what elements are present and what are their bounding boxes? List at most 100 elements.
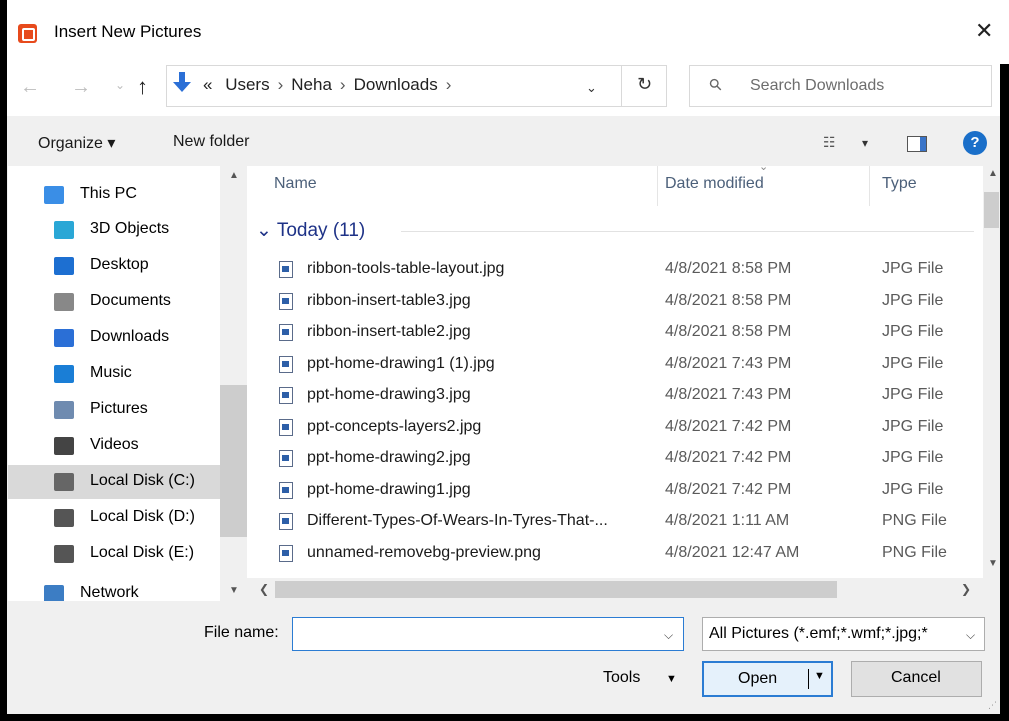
tools-button[interactable]: Tools bbox=[603, 669, 640, 687]
open-options-dropdown-icon[interactable]: ▼ bbox=[814, 670, 825, 682]
help-icon[interactable]: ? bbox=[963, 131, 987, 155]
breadcrumb-separator[interactable]: › bbox=[446, 75, 452, 94]
file-name: unnamed-removebg-preview.png bbox=[307, 543, 541, 561]
breadcrumb-separator[interactable]: › bbox=[340, 75, 346, 94]
forward-arrow-icon[interactable]: → bbox=[71, 76, 91, 99]
file-row[interactable]: ppt-home-drawing2.jpg 4/8/2021 7:42 PM JPG… bbox=[0, 443, 1009, 475]
scroll-right-icon[interactable]: ❯ bbox=[961, 582, 971, 596]
image-file-icon bbox=[279, 481, 293, 499]
recent-locations-icon[interactable]: ⌄ bbox=[115, 78, 125, 92]
column-header-name[interactable]: Name bbox=[274, 175, 317, 193]
up-arrow-icon[interactable]: ↑ bbox=[137, 74, 148, 100]
file-name: ribbon-insert-table2.jpg bbox=[307, 323, 471, 340]
breadcrumb-overflow[interactable]: « bbox=[203, 75, 212, 94]
collapse-group-icon[interactable]: ⌄ bbox=[256, 220, 272, 241]
column-divider[interactable] bbox=[657, 166, 658, 206]
file-row[interactable]: ribbon-insert-table2.jpg 4/8/2021 8:58 PM… bbox=[0, 317, 1009, 349]
file-type: JPG File bbox=[882, 449, 944, 466]
file-name: ppt-home-drawing3.jpg bbox=[307, 386, 471, 403]
scroll-down-icon[interactable]: ▼ bbox=[229, 585, 239, 596]
scrollbar-thumb[interactable] bbox=[275, 581, 837, 598]
command-bar bbox=[7, 116, 1000, 166]
group-header-today[interactable]: ⌄ Today (11) bbox=[256, 219, 365, 242]
downloads-folder-icon bbox=[173, 72, 191, 92]
file-date-modified: 4/8/2021 7:43 PM bbox=[665, 354, 792, 372]
file-name: ppt-home-drawing2.jpg bbox=[307, 449, 471, 466]
file-type-value: All Pictures (*.emf;*.wmf;*.jpg;* bbox=[709, 625, 928, 642]
scroll-left-icon[interactable]: ❮ bbox=[259, 582, 269, 596]
view-options-dropdown-icon[interactable]: ▾ bbox=[862, 136, 868, 150]
file-row[interactable]: ribbon-tools-table-layout.jpg 4/8/2021 8:… bbox=[0, 254, 1009, 286]
image-file-icon bbox=[279, 513, 293, 530]
scrollbar-thumb[interactable] bbox=[984, 192, 999, 228]
breadcrumb-downloads[interactable]: Downloads bbox=[354, 75, 438, 94]
file-type-dropdown-icon[interactable]: ⌵ bbox=[962, 628, 976, 643]
scroll-up-icon[interactable]: ▲ bbox=[229, 170, 239, 181]
file-row[interactable]: ppt-concepts-layers2.jpg 4/8/2021 7:42 PM… bbox=[0, 412, 1009, 444]
sidebar-item-label: This PC bbox=[80, 185, 137, 202]
sidebar-item[interactable]: 3D Objects bbox=[8, 213, 221, 247]
sort-indicator-icon: ⌄ bbox=[759, 161, 769, 173]
file-name-input[interactable] bbox=[292, 617, 684, 651]
dialog-title: Insert New Pictures bbox=[54, 22, 202, 41]
image-file-icon bbox=[279, 355, 293, 373]
breadcrumb-neha[interactable]: Neha bbox=[291, 75, 332, 94]
file-name: Different-Types-Of-Wears-In-Tyres-That-.… bbox=[307, 512, 608, 529]
file-type: JPG File bbox=[882, 260, 944, 277]
column-divider[interactable] bbox=[869, 166, 870, 206]
image-file-icon bbox=[279, 544, 293, 562]
file-date-modified: 4/8/2021 8:58 PM bbox=[665, 260, 792, 277]
file-date-modified: 4/8/2021 7:42 PM bbox=[665, 480, 792, 498]
resize-grip-icon[interactable]: ⋰ bbox=[988, 700, 997, 711]
file-type: PNG File bbox=[882, 543, 947, 561]
sidebar-item[interactable]: Network bbox=[8, 577, 221, 601]
image-file-icon bbox=[279, 261, 293, 278]
file-row[interactable]: ppt-home-drawing1 (1).jpg 4/8/2021 7:43 P… bbox=[0, 349, 1009, 381]
search-input[interactable]: ⚲ Search Downloads bbox=[689, 65, 992, 107]
tools-dropdown-icon[interactable]: ▼ bbox=[666, 673, 677, 685]
file-list-horizontal-scrollbar[interactable] bbox=[247, 578, 983, 601]
network-icon bbox=[44, 585, 64, 601]
app-icon bbox=[18, 24, 37, 43]
new-folder-button[interactable]: New folder bbox=[173, 133, 249, 151]
split-divider bbox=[808, 669, 809, 689]
file-name: ppt-home-drawing1 (1).jpg bbox=[307, 354, 495, 372]
address-dropdown-icon[interactable]: ⌄ bbox=[586, 80, 597, 96]
refresh-button[interactable]: ↻ bbox=[621, 65, 667, 107]
cancel-button[interactable]: Cancel bbox=[851, 661, 982, 697]
image-file-icon bbox=[279, 292, 293, 310]
scroll-down-icon[interactable]: ▼ bbox=[988, 558, 998, 569]
preview-pane-icon[interactable] bbox=[907, 136, 927, 152]
sidebar-item[interactable]: This PC bbox=[8, 178, 221, 212]
file-type-select[interactable]: All Pictures (*.emf;*.wmf;*.jpg;* bbox=[702, 617, 985, 651]
file-row[interactable]: unnamed-removebg-preview.png 4/8/2021 12:… bbox=[0, 538, 1009, 570]
breadcrumb-separator[interactable]: › bbox=[278, 75, 284, 94]
close-icon[interactable]: ✕ bbox=[975, 18, 993, 44]
back-arrow-icon[interactable]: ← bbox=[20, 76, 40, 99]
file-row[interactable]: Different-Types-Of-Wears-In-Tyres-That-.… bbox=[0, 506, 1009, 538]
sidebar-item-label: 3D Objects bbox=[90, 220, 170, 237]
search-placeholder: Search Downloads bbox=[750, 77, 885, 94]
column-header-date-modified[interactable]: Date modified bbox=[665, 175, 764, 193]
file-name-dropdown-icon[interactable]: ⌵ bbox=[664, 628, 673, 643]
breadcrumb-users[interactable]: Users bbox=[225, 75, 269, 94]
file-date-modified: 4/8/2021 1:11 AM bbox=[665, 512, 790, 529]
3d-objects-icon bbox=[54, 221, 74, 239]
file-row[interactable]: ppt-home-drawing1.jpg 4/8/2021 7:42 PM JPG… bbox=[0, 475, 1009, 507]
image-file-icon bbox=[279, 418, 293, 436]
file-row[interactable]: ribbon-insert-table3.jpg 4/8/2021 8:58 PM… bbox=[0, 286, 1009, 318]
scroll-up-icon[interactable]: ▲ bbox=[988, 168, 998, 179]
file-type: JPG File bbox=[882, 323, 944, 340]
file-date-modified: 4/8/2021 7:43 PM bbox=[665, 386, 792, 403]
insert-pictures-dialog: Insert New Pictures ✕ ← → ⌄ ↑ « Users › Ne… bbox=[0, 0, 1009, 721]
file-row[interactable]: ppt-home-drawing3.jpg 4/8/2021 7:43 PM JPG… bbox=[0, 380, 1009, 412]
file-list-vertical-scrollbar[interactable] bbox=[983, 166, 1000, 578]
file-type: JPG File bbox=[882, 291, 944, 309]
organize-button[interactable]: Organize ▾ bbox=[38, 133, 115, 153]
group-divider bbox=[401, 231, 974, 232]
change-view-icon[interactable]: ☷ bbox=[823, 134, 836, 151]
column-header-type[interactable]: Type bbox=[882, 175, 917, 193]
pc-icon bbox=[44, 186, 64, 204]
file-name: ribbon-insert-table3.jpg bbox=[307, 291, 471, 309]
open-button[interactable]: Open ▼ bbox=[702, 661, 833, 697]
